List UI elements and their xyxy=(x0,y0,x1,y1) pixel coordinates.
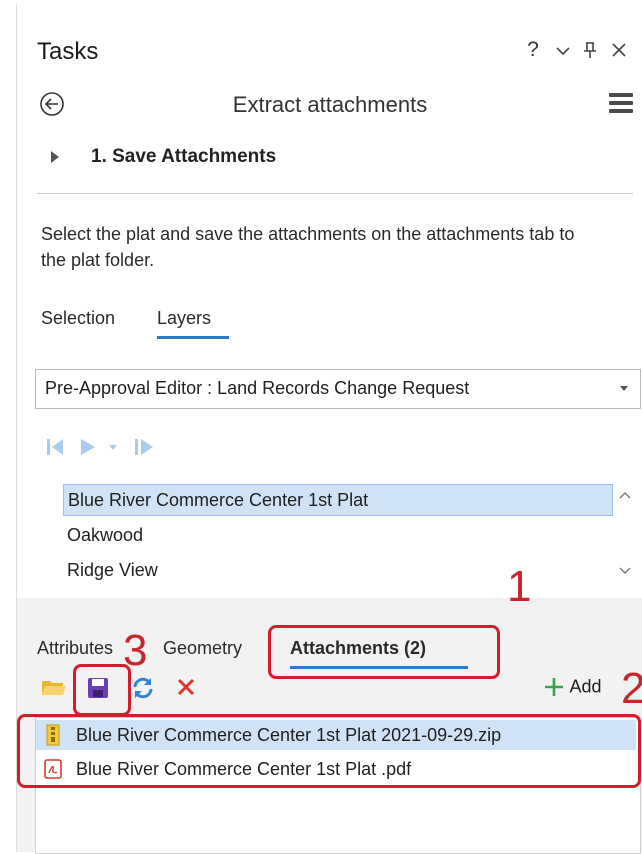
tab-selection[interactable]: Selection xyxy=(41,308,115,329)
tasks-pane: Tasks ? Extract attachments 1. Save Atta… xyxy=(16,4,642,854)
add-attachment-button[interactable]: Add xyxy=(543,676,601,700)
list-item[interactable]: Ridge View xyxy=(63,555,158,585)
task-header-title: Extract attachments xyxy=(232,92,428,117)
tab-geometry[interactable]: Geometry xyxy=(163,638,242,659)
refresh-button[interactable] xyxy=(131,676,157,700)
hamburger-icon xyxy=(609,93,633,97)
pin-icon xyxy=(584,42,596,58)
folder-icon xyxy=(42,681,66,695)
step-title: 1. Save Attachments xyxy=(91,146,277,167)
dropdown-caret-icon xyxy=(620,386,628,391)
close-icon xyxy=(612,43,626,57)
nav-dropdown-icon[interactable] xyxy=(109,445,117,450)
divider xyxy=(37,193,633,194)
scroll-down-icon[interactable] xyxy=(619,566,631,576)
scroll-up-icon[interactable] xyxy=(619,490,631,500)
list-item[interactable]: Blue River Commerce Center 1st Plat xyxy=(63,484,613,516)
previous-feature-icon[interactable] xyxy=(47,439,63,455)
tab-attributes[interactable]: Attributes xyxy=(37,638,113,659)
feature-nav-toolbar xyxy=(47,436,197,458)
last-feature-icon[interactable] xyxy=(135,439,153,455)
annotation-box-attachments-tab xyxy=(268,625,500,679)
step-description: Select the plat and save the attachments… xyxy=(41,224,575,270)
task-menu-button[interactable] xyxy=(609,93,633,113)
delete-x-icon xyxy=(177,678,195,696)
pane-title: Tasks xyxy=(37,38,99,65)
feature-list: Blue River Commerce Center 1st Plat Oakw… xyxy=(63,484,639,592)
pin-button[interactable] xyxy=(578,38,602,65)
expand-caret-icon[interactable] xyxy=(51,151,59,163)
active-tab-underline xyxy=(157,336,229,339)
tab-layers[interactable]: Layers xyxy=(157,308,211,329)
annotation-number-1: 1 xyxy=(507,562,532,611)
options-dropdown-button[interactable] xyxy=(551,38,575,64)
layer-dropdown-value: Pre-Approval Editor : Land Records Chang… xyxy=(45,378,470,398)
chevron-down-icon xyxy=(556,47,570,56)
open-folder-button[interactable] xyxy=(41,676,67,700)
annotation-number-2: 2 xyxy=(621,664,642,713)
close-button[interactable] xyxy=(607,38,631,65)
next-feature-icon[interactable] xyxy=(81,439,95,455)
save-button[interactable] xyxy=(86,676,112,700)
list-item[interactable]: Oakwood xyxy=(63,520,143,550)
add-label: Add xyxy=(569,676,602,697)
save-icon xyxy=(88,678,108,698)
annotation-box-attachments-list xyxy=(17,714,641,788)
plus-icon xyxy=(545,678,563,696)
refresh-icon xyxy=(133,677,153,699)
help-button[interactable]: ? xyxy=(521,38,545,62)
delete-button[interactable] xyxy=(175,676,201,700)
layer-dropdown[interactable]: Pre-Approval Editor : Land Records Chang… xyxy=(35,369,641,409)
